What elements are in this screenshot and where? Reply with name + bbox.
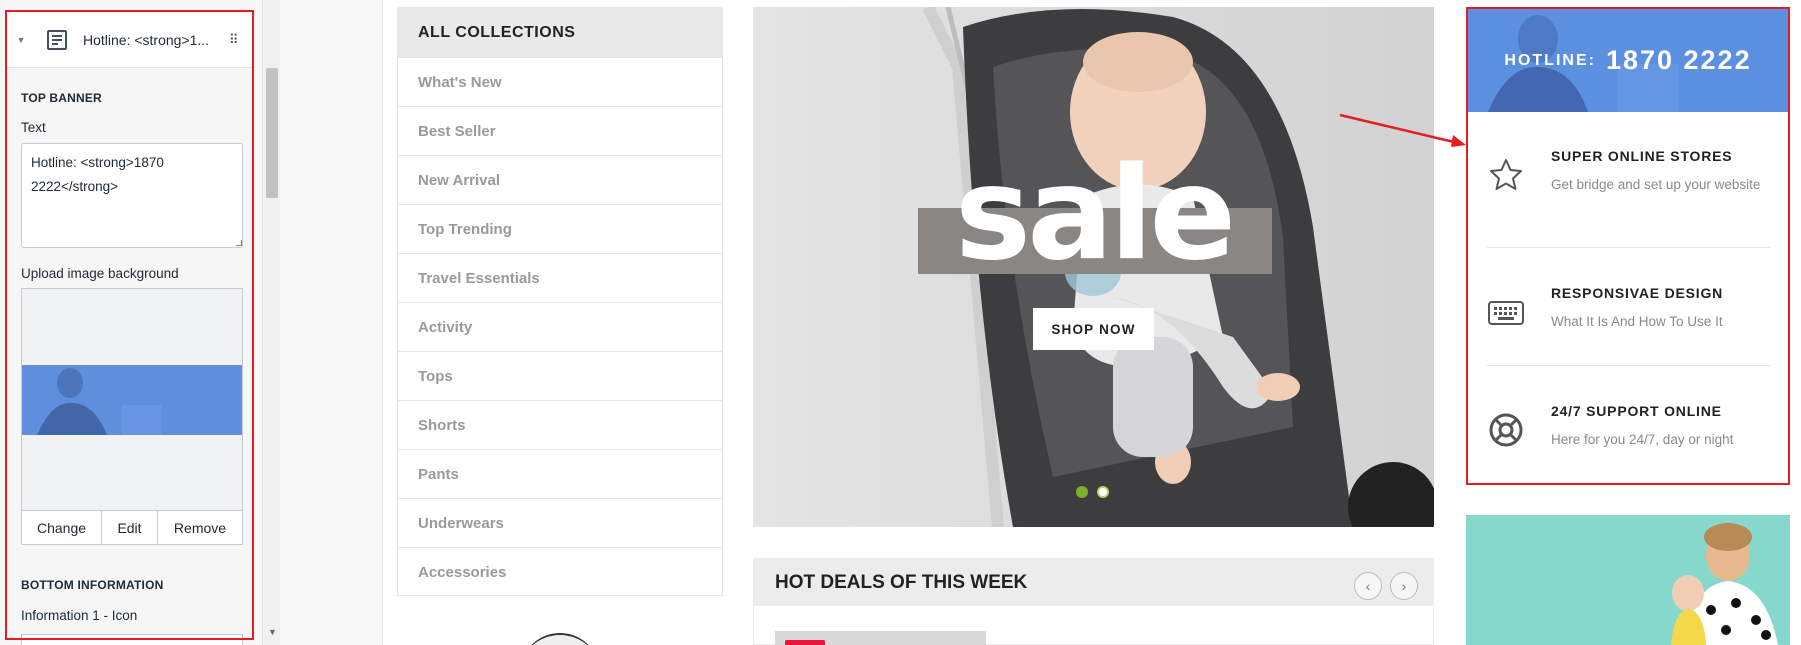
collection-item[interactable]: Best Seller (398, 106, 722, 155)
hotline-label: HOTLINE: (1504, 51, 1596, 69)
slider-dot[interactable] (1097, 486, 1109, 498)
feature-divider (1487, 365, 1770, 366)
shop-now-button[interactable]: SHOP NOW (1033, 308, 1154, 350)
feature-title: SUPER ONLINE STORES (1551, 148, 1733, 164)
promo-illustration (1466, 515, 1790, 645)
annotation-arrow-icon (1339, 113, 1466, 147)
collection-item[interactable]: Pants (398, 449, 722, 498)
keyboard-icon (1487, 293, 1525, 331)
hotline-number[interactable]: 1870 2222 (1606, 45, 1752, 76)
feature-title: 24/7 SUPPORT ONLINE (1551, 403, 1722, 419)
feature-title: RESPONSIVAE DESIGN (1551, 285, 1724, 301)
deals-next-button[interactable]: › (1390, 572, 1418, 600)
collection-item[interactable]: Underwears (398, 498, 722, 547)
hot-deals-heading: HOT DEALS OF THIS WEEK (754, 559, 1433, 606)
hot-deals-section: HOT DEALS OF THIS WEEK ‹ › (753, 558, 1434, 645)
collection-item[interactable]: Activity (398, 302, 722, 351)
collections-menu: ALL COLLECTIONS What's New Best Seller N… (397, 7, 723, 596)
promo-mother-baby-image[interactable] (1466, 515, 1790, 645)
sale-badge (785, 640, 825, 645)
feature-divider (1487, 247, 1770, 248)
hotline-text: HOTLINE: 1870 2222 (1468, 9, 1788, 112)
feature-description: Get bridge and set up your website (1551, 177, 1761, 192)
deals-prev-button[interactable]: ‹ (1354, 572, 1382, 600)
hotline-info-box: HOTLINE: 1870 2222 SUPER ONLINE STORES G… (1466, 7, 1790, 485)
feature-description: What It Is And How To Use It (1551, 314, 1723, 329)
collections-heading: ALL COLLECTIONS (398, 8, 722, 57)
hero-slider[interactable]: sale SHOP NOW (753, 7, 1434, 527)
collection-item[interactable]: New Arrival (398, 155, 722, 204)
editor-highlight-box (5, 10, 254, 640)
page: ▼ Hotline: <strong>1... ⠿ TOP BANNER Tex… (0, 0, 1801, 645)
collection-item[interactable]: Travel Essentials (398, 253, 722, 302)
scrollbar-thumb[interactable] (266, 68, 278, 198)
collection-item[interactable]: Accessories (398, 547, 722, 596)
feature-description: Here for you 24/7, day or night (1551, 432, 1734, 447)
collection-item[interactable]: Tops (398, 351, 722, 400)
lifebuoy-icon (1487, 411, 1525, 449)
collection-item[interactable]: Shorts (398, 400, 722, 449)
theme-editor-panel: ▼ Hotline: <strong>1... ⠿ TOP BANNER Tex… (0, 0, 280, 645)
collection-item[interactable]: What's New (398, 57, 722, 106)
editor-scrollbar[interactable]: ▼ (262, 0, 280, 645)
preview-gutter (280, 0, 383, 645)
hotline-banner: HOTLINE: 1870 2222 (1468, 9, 1788, 112)
hero-headline: sale (954, 140, 1236, 289)
scroll-down-arrow-icon[interactable]: ▼ (268, 627, 277, 637)
deal-product-thumbnail[interactable] (775, 631, 986, 645)
slider-dot-active[interactable] (1076, 486, 1088, 498)
collection-item[interactable]: Top Trending (398, 204, 722, 253)
star-icon (1487, 156, 1525, 194)
